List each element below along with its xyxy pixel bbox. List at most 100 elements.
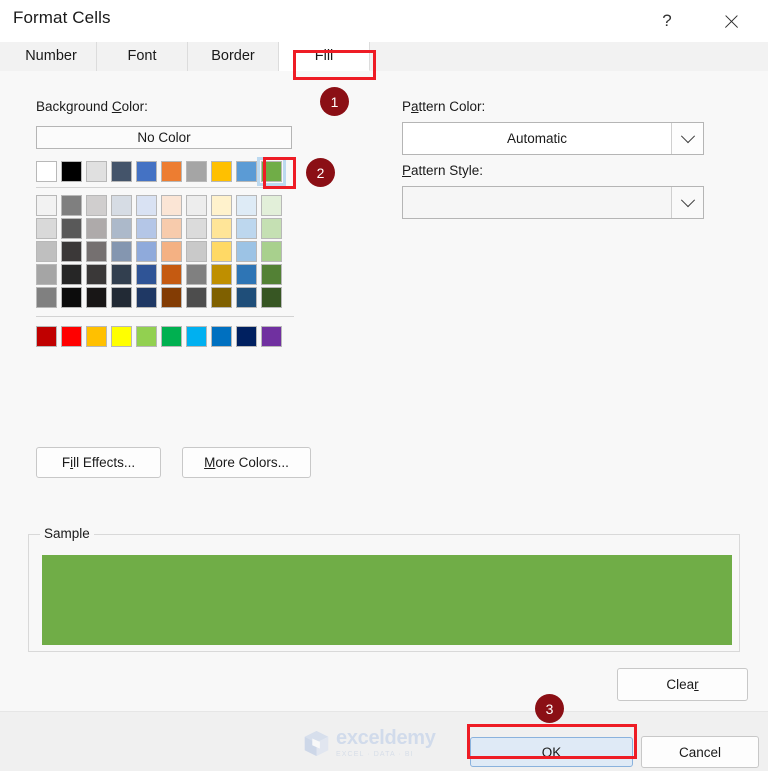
- color-swatch[interactable]: [111, 241, 132, 262]
- tab-number[interactable]: Number: [6, 42, 97, 71]
- pattern-style-label: Pattern Style:: [402, 163, 484, 178]
- color-swatch[interactable]: [36, 287, 57, 308]
- theme-color-swatch[interactable]: [36, 161, 57, 182]
- color-swatch[interactable]: [236, 161, 257, 182]
- theme-color-swatch[interactable]: [186, 161, 207, 182]
- theme-color-swatch[interactable]: [61, 161, 82, 182]
- theme-color-swatch[interactable]: [136, 161, 157, 182]
- color-swatch[interactable]: [211, 161, 232, 182]
- color-swatch[interactable]: [236, 241, 257, 262]
- color-swatch[interactable]: [61, 161, 82, 182]
- color-swatch[interactable]: [161, 218, 182, 239]
- color-swatch[interactable]: [211, 287, 232, 308]
- theme-color-swatch[interactable]: [236, 161, 257, 182]
- selected-green-swatch[interactable]: [257, 157, 286, 186]
- color-swatch[interactable]: [111, 326, 132, 347]
- pattern-color-dropdown[interactable]: Automatic: [402, 122, 704, 155]
- color-swatch[interactable]: [136, 195, 157, 216]
- theme-color-swatch[interactable]: [161, 161, 182, 182]
- color-swatch[interactable]: [136, 287, 157, 308]
- color-swatch[interactable]: [186, 195, 207, 216]
- ok-button[interactable]: OK: [470, 737, 633, 767]
- color-swatch[interactable]: [86, 326, 107, 347]
- color-swatch[interactable]: [161, 241, 182, 262]
- close-button[interactable]: [708, 0, 754, 42]
- color-swatch[interactable]: [61, 218, 82, 239]
- color-swatch[interactable]: [136, 241, 157, 262]
- color-swatch[interactable]: [61, 195, 82, 216]
- color-swatch[interactable]: [186, 264, 207, 285]
- color-swatch[interactable]: [261, 264, 282, 285]
- no-color-button[interactable]: No Color: [36, 126, 292, 149]
- color-swatch[interactable]: [36, 218, 57, 239]
- tab-fill[interactable]: Fill: [279, 42, 370, 71]
- color-swatch[interactable]: [136, 161, 157, 182]
- color-swatch[interactable]: [36, 264, 57, 285]
- color-swatch[interactable]: [186, 326, 207, 347]
- color-swatch[interactable]: [61, 287, 82, 308]
- tab-border[interactable]: Border: [188, 42, 279, 71]
- more-colors-button[interactable]: More Colors...: [182, 447, 311, 478]
- color-swatch[interactable]: [136, 326, 157, 347]
- color-swatch[interactable]: [36, 195, 57, 216]
- theme-color-swatch[interactable]: [86, 161, 107, 182]
- color-swatch[interactable]: [61, 264, 82, 285]
- fill-tab-panel: Background Color: No Color Fill Effects.…: [0, 71, 768, 661]
- color-swatch[interactable]: [86, 161, 107, 182]
- color-swatch[interactable]: [186, 287, 207, 308]
- color-swatch[interactable]: [161, 195, 182, 216]
- color-swatch[interactable]: [261, 218, 282, 239]
- color-swatch[interactable]: [36, 241, 57, 262]
- theme-color-swatch[interactable]: [111, 161, 132, 182]
- color-swatch[interactable]: [211, 326, 232, 347]
- color-swatch[interactable]: [261, 161, 282, 182]
- clear-button[interactable]: Clear: [617, 668, 748, 701]
- fill-effects-button[interactable]: Fill Effects...: [36, 447, 161, 478]
- color-swatch[interactable]: [161, 287, 182, 308]
- chevron-down-icon[interactable]: [671, 187, 703, 218]
- color-swatch[interactable]: [86, 287, 107, 308]
- color-swatch[interactable]: [36, 326, 57, 347]
- tab-font[interactable]: Font: [97, 42, 188, 71]
- color-swatch[interactable]: [236, 218, 257, 239]
- color-swatch[interactable]: [261, 287, 282, 308]
- color-swatch[interactable]: [211, 264, 232, 285]
- color-swatch[interactable]: [236, 287, 257, 308]
- color-swatch[interactable]: [261, 241, 282, 262]
- question-mark-icon: ?: [662, 11, 672, 30]
- chevron-down-icon[interactable]: [671, 123, 703, 154]
- color-swatch[interactable]: [186, 241, 207, 262]
- color-swatch[interactable]: [186, 161, 207, 182]
- color-swatch[interactable]: [111, 287, 132, 308]
- help-button[interactable]: ?: [644, 0, 690, 42]
- color-swatch[interactable]: [236, 326, 257, 347]
- color-swatch[interactable]: [236, 195, 257, 216]
- color-swatch[interactable]: [111, 161, 132, 182]
- color-swatch[interactable]: [86, 241, 107, 262]
- pattern-color-label: Pattern Color:: [402, 99, 486, 114]
- color-swatch[interactable]: [136, 218, 157, 239]
- color-swatch[interactable]: [61, 326, 82, 347]
- color-swatch[interactable]: [161, 326, 182, 347]
- color-swatch[interactable]: [261, 195, 282, 216]
- color-swatch[interactable]: [236, 264, 257, 285]
- color-swatch[interactable]: [186, 218, 207, 239]
- color-swatch[interactable]: [86, 264, 107, 285]
- color-swatch[interactable]: [36, 161, 57, 182]
- color-swatch[interactable]: [211, 218, 232, 239]
- color-swatch[interactable]: [111, 218, 132, 239]
- color-swatch[interactable]: [161, 161, 182, 182]
- color-swatch[interactable]: [61, 241, 82, 262]
- color-swatch[interactable]: [86, 218, 107, 239]
- color-swatch[interactable]: [86, 195, 107, 216]
- theme-color-swatch[interactable]: [211, 161, 232, 182]
- color-swatch[interactable]: [261, 326, 282, 347]
- color-swatch[interactable]: [211, 241, 232, 262]
- color-swatch[interactable]: [211, 195, 232, 216]
- color-swatch[interactable]: [136, 264, 157, 285]
- color-swatch[interactable]: [111, 195, 132, 216]
- color-swatch[interactable]: [111, 264, 132, 285]
- pattern-style-dropdown[interactable]: [402, 186, 704, 219]
- color-swatch[interactable]: [161, 264, 182, 285]
- cancel-button[interactable]: Cancel: [641, 736, 759, 768]
